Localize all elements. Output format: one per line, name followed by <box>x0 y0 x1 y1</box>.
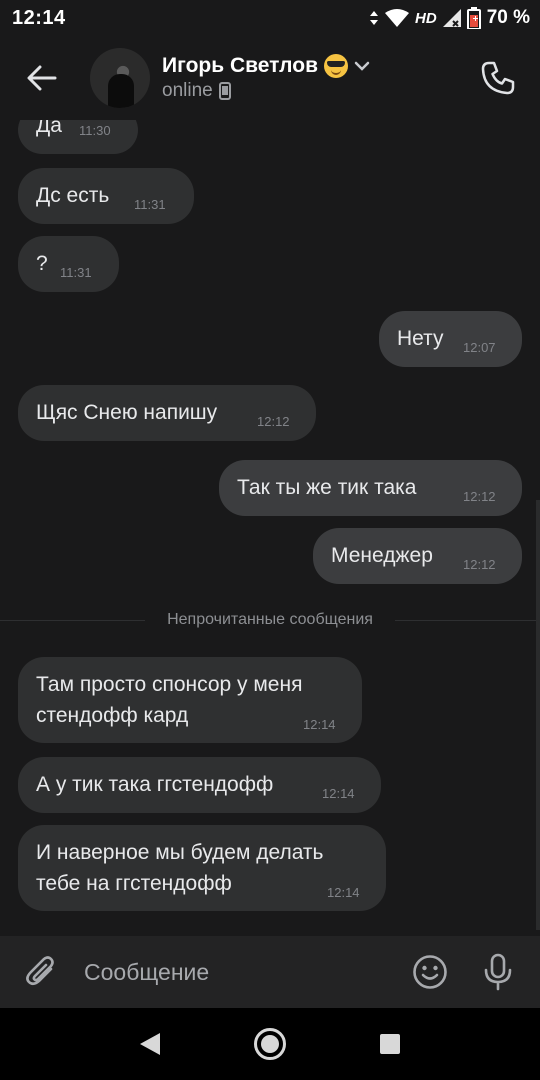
message-time: 12:14 <box>327 885 360 900</box>
signal-icon <box>442 9 461 27</box>
message-composer: Сообщение <box>0 936 540 1008</box>
message-input[interactable]: Сообщение <box>84 959 396 986</box>
status-bar: 12:14 HD 70 % <box>0 0 540 36</box>
message-text: Нету <box>397 327 444 350</box>
contact-status: online <box>162 80 213 101</box>
battery-level: 70 % <box>486 7 530 28</box>
circle-home-icon <box>254 1028 286 1060</box>
message-bubble[interactable]: Так ты же тик така 12:12 <box>219 460 522 516</box>
nav-back-button[interactable] <box>120 1014 180 1074</box>
status-indicators: HD 70 % <box>369 7 530 29</box>
voice-message-button[interactable] <box>464 936 532 1008</box>
message-bubble[interactable]: Да 11:30 <box>18 120 138 154</box>
message-text: Менеджер <box>331 544 433 567</box>
divider-line <box>0 619 146 621</box>
message-bubble[interactable]: Дс есть 11:31 <box>18 168 194 224</box>
back-button[interactable] <box>0 36 84 120</box>
message-bubble[interactable]: ? 11:31 <box>18 236 119 292</box>
message-bubble[interactable]: И наверное мы будем делать тебе на ггсте… <box>18 825 386 911</box>
message-time: 12:14 <box>303 717 336 732</box>
contact-info[interactable]: Игорь Светлов online <box>162 54 456 102</box>
message-text: Да <box>36 120 62 137</box>
unread-divider-label: Непрочитанные сообщения <box>167 611 373 628</box>
avatar[interactable] <box>90 48 150 108</box>
arrow-left-icon <box>27 65 57 91</box>
phone-icon <box>481 61 515 95</box>
scrollbar[interactable] <box>536 500 540 930</box>
unread-divider: Непрочитанные сообщения <box>0 610 540 630</box>
message-time: 12:07 <box>463 340 496 355</box>
chat-header: Игорь Светлов online <box>0 36 540 120</box>
data-arrows-icon <box>370 11 379 25</box>
message-text: Дс есть <box>36 184 110 207</box>
network-type: HD <box>415 9 437 27</box>
chevron-down-icon <box>354 61 370 71</box>
message-time: 11:30 <box>79 123 111 138</box>
phone-device-icon <box>218 82 231 100</box>
message-bubble[interactable]: Нету 12:07 <box>379 311 522 367</box>
message-time: 12:12 <box>463 489 496 504</box>
battery-icon <box>466 7 481 29</box>
message-text: А у тик така ггстендофф <box>36 773 274 796</box>
wifi-icon <box>385 9 410 27</box>
emoji-button[interactable] <box>396 936 464 1008</box>
message-time: 11:31 <box>60 265 92 280</box>
message-bubble[interactable]: Менеджер 12:12 <box>313 528 522 584</box>
system-navigation-bar <box>0 1008 540 1080</box>
message-text: Щяс Снею напишу <box>36 401 218 424</box>
nav-home-button[interactable] <box>240 1014 300 1074</box>
contact-name: Игорь Светлов <box>162 54 318 77</box>
message-text: Так ты же тик така <box>237 476 417 499</box>
message-bubble[interactable]: Там просто спонсор у меня стендофф кард … <box>18 657 362 743</box>
sunglasses-emoji-icon <box>323 54 348 78</box>
message-bubble[interactable]: А у тик така ггстендофф 12:14 <box>18 757 381 813</box>
paperclip-icon <box>26 956 54 986</box>
message-bubble[interactable]: Щяс Снею напишу 12:12 <box>18 385 316 441</box>
square-recents-icon <box>380 1034 400 1054</box>
message-text: ? <box>36 252 48 275</box>
message-time: 11:31 <box>134 197 166 212</box>
divider-line <box>394 619 540 621</box>
smile-icon <box>413 955 447 989</box>
attach-button[interactable] <box>0 936 84 1008</box>
status-time: 12:14 <box>12 6 66 29</box>
triangle-back-icon <box>140 1033 160 1055</box>
call-button[interactable] <box>456 36 540 120</box>
microphone-icon <box>484 953 512 991</box>
message-list[interactable]: Да 11:30 Дс есть 11:31 ? 11:31 Нету 12:0… <box>0 120 540 936</box>
message-time: 12:12 <box>463 557 496 572</box>
message-time: 12:14 <box>322 786 355 801</box>
nav-recents-button[interactable] <box>360 1014 420 1074</box>
message-time: 12:12 <box>257 414 290 429</box>
